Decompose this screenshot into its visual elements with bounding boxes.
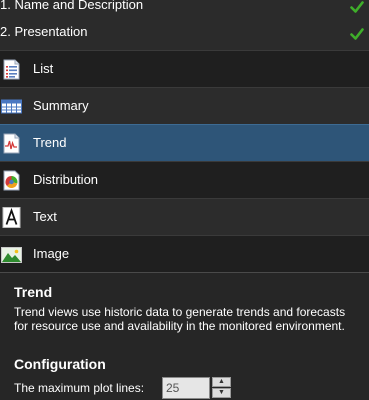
option-label: Image [33, 246, 70, 261]
max-plot-lines-stepper: ▲ ▼ [162, 377, 232, 399]
option-label: Text [33, 209, 57, 224]
decrement-button[interactable]: ▼ [212, 388, 231, 398]
option-list[interactable]: List [0, 50, 369, 87]
step-presentation[interactable]: 2. Presentation [0, 19, 369, 50]
trend-chart-icon [3, 133, 20, 154]
option-label: Summary [33, 98, 89, 113]
check-icon [350, 28, 364, 40]
arrow-down-icon: ▼ [218, 389, 225, 396]
pie-chart-icon [3, 170, 20, 191]
configuration-heading: Configuration [14, 356, 106, 372]
option-image[interactable]: Image [0, 235, 369, 272]
arrow-up-icon: ▲ [218, 378, 225, 385]
option-summary[interactable]: Summary [0, 87, 369, 124]
check-icon [350, 1, 364, 13]
option-trend[interactable]: Trend [0, 124, 369, 161]
list-icon [3, 59, 20, 80]
option-label: Distribution [33, 172, 99, 187]
step-label: 2. Presentation [0, 24, 88, 39]
increment-button[interactable]: ▲ [212, 377, 231, 387]
details-description: Trend views use historic data to generat… [14, 305, 346, 333]
max-plot-lines-label: The maximum plot lines: [14, 381, 145, 395]
option-distribution[interactable]: Distribution [0, 161, 369, 198]
presentation-wizard: 1. Name and Description 2. Presentation … [0, 0, 369, 400]
option-text[interactable]: Text [0, 198, 369, 235]
text-icon [2, 207, 21, 228]
step-name-description[interactable]: 1. Name and Description [0, 0, 369, 19]
max-plot-lines-input[interactable] [162, 377, 210, 399]
details-panel: Trend Trend views use historic data to g… [0, 272, 369, 400]
details-title: Trend [14, 284, 53, 300]
option-label: List [33, 61, 54, 76]
image-icon [1, 247, 22, 263]
summary-grid-icon [1, 99, 22, 114]
option-label: Trend [33, 135, 67, 150]
